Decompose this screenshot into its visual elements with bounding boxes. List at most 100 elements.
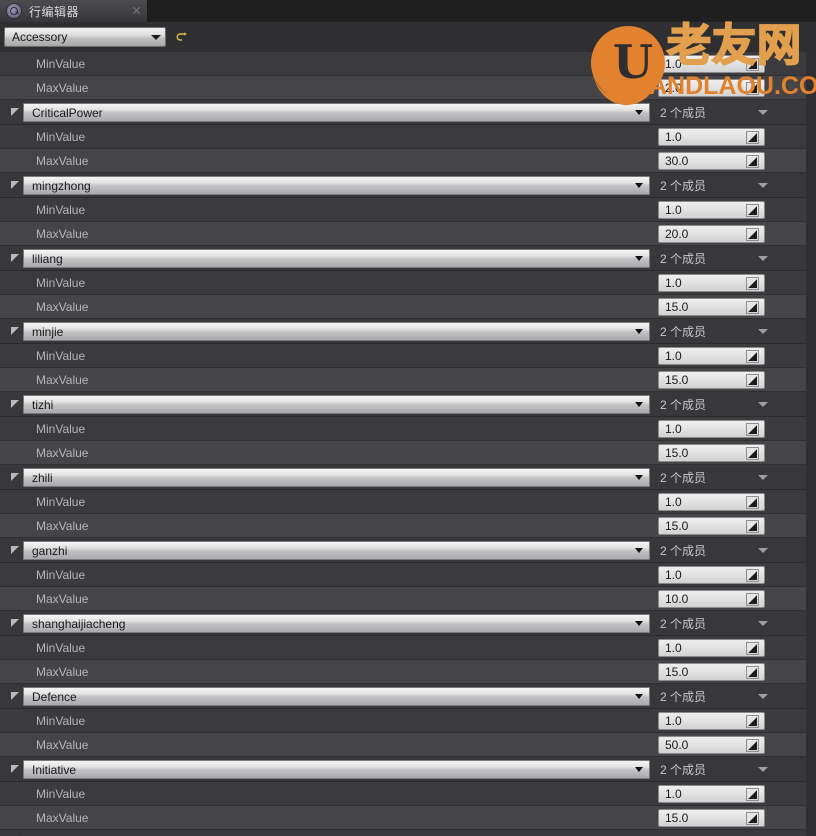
drag-handle-icon[interactable] bbox=[746, 519, 759, 533]
min-value-input[interactable]: 1.0 bbox=[658, 493, 765, 511]
drag-handle-icon[interactable] bbox=[746, 422, 759, 436]
property-list[interactable]: MinValue 1.0 MaxValue 2.0 CriticalPower 2 个成员… bbox=[0, 52, 816, 836]
property-row[interactable]: MinValue 1.0 bbox=[0, 198, 816, 222]
property-row[interactable]: MaxValue 2.0 bbox=[0, 76, 816, 100]
drag-handle-icon[interactable] bbox=[746, 276, 759, 290]
drag-handle-icon[interactable] bbox=[746, 641, 759, 655]
close-icon[interactable] bbox=[132, 6, 141, 15]
property-row[interactable]: MaxValue 15.0 bbox=[0, 660, 816, 684]
max-value-input[interactable]: 50.0 bbox=[658, 736, 765, 754]
property-row[interactable]: MinValue 1.0 bbox=[0, 271, 816, 295]
max-value-input[interactable]: 2.0 bbox=[658, 79, 765, 97]
group-name-combobox[interactable]: tizhi bbox=[23, 395, 650, 414]
min-value-input[interactable]: 1.0 bbox=[658, 785, 765, 803]
property-row[interactable]: MaxValue 10.0 bbox=[0, 587, 816, 611]
drag-handle-icon[interactable] bbox=[746, 349, 759, 363]
drag-handle-icon[interactable] bbox=[746, 592, 759, 606]
drag-handle-icon[interactable] bbox=[746, 300, 759, 314]
member-count[interactable]: 2 个成员 bbox=[660, 100, 808, 124]
property-row[interactable]: MinValue 1.0 bbox=[0, 636, 816, 660]
group-row[interactable]: Initiative 2 个成员 bbox=[0, 757, 816, 782]
drag-handle-icon[interactable] bbox=[746, 57, 759, 71]
max-value-input[interactable]: 15.0 bbox=[658, 298, 765, 316]
property-row[interactable]: MaxValue 15.0 bbox=[0, 295, 816, 319]
property-row[interactable]: MinValue 1.0 bbox=[0, 344, 816, 368]
property-row[interactable]: MaxValue 15.0 bbox=[0, 441, 816, 465]
expander-triangle-icon[interactable] bbox=[11, 254, 19, 262]
drag-handle-icon[interactable] bbox=[746, 373, 759, 387]
property-row[interactable]: MinValue 1.0 bbox=[0, 52, 816, 76]
max-value-input[interactable]: 15.0 bbox=[658, 371, 765, 389]
group-name-combobox[interactable]: mingzhong bbox=[23, 176, 650, 195]
min-value-input[interactable]: 1.0 bbox=[658, 347, 765, 365]
min-value-input[interactable]: 1.0 bbox=[658, 639, 765, 657]
min-value-input[interactable]: 1.0 bbox=[658, 420, 765, 438]
property-row[interactable]: MaxValue 15.0 bbox=[0, 514, 816, 538]
property-row[interactable]: MaxValue 30.0 bbox=[0, 149, 816, 173]
expander-triangle-icon[interactable] bbox=[11, 181, 19, 189]
min-value-input[interactable]: 1.0 bbox=[658, 201, 765, 219]
max-value-input[interactable]: 15.0 bbox=[658, 663, 765, 681]
group-row[interactable]: mingzhong 2 个成员 bbox=[0, 173, 816, 198]
group-name-combobox[interactable]: zhili bbox=[23, 468, 650, 487]
revert-arrow-icon[interactable] bbox=[176, 31, 189, 44]
drag-handle-icon[interactable] bbox=[746, 130, 759, 144]
min-value-input[interactable]: 1.0 bbox=[658, 566, 765, 584]
group-name-combobox[interactable]: Initiative bbox=[23, 760, 650, 779]
expander-triangle-icon[interactable] bbox=[11, 546, 19, 554]
group-row[interactable]: zhili 2 个成员 bbox=[0, 465, 816, 490]
group-name-combobox[interactable]: CriticalPower bbox=[23, 103, 650, 122]
max-value-input[interactable]: 30.0 bbox=[658, 152, 765, 170]
group-name-combobox[interactable]: Defence bbox=[23, 687, 650, 706]
property-row[interactable]: MinValue 1.0 bbox=[0, 125, 816, 149]
drag-handle-icon[interactable] bbox=[746, 154, 759, 168]
min-value-input[interactable]: 1.0 bbox=[658, 55, 765, 73]
expander-triangle-icon[interactable] bbox=[11, 108, 19, 116]
expander-triangle-icon[interactable] bbox=[11, 327, 19, 335]
member-count[interactable]: 2 个成员 bbox=[660, 465, 808, 489]
drag-handle-icon[interactable] bbox=[746, 811, 759, 825]
group-row[interactable]: CriticalPower 2 个成员 bbox=[0, 100, 816, 125]
property-row[interactable]: MinValue 1.0 bbox=[0, 490, 816, 514]
group-row[interactable]: liliang 2 个成员 bbox=[0, 246, 816, 271]
drag-handle-icon[interactable] bbox=[746, 203, 759, 217]
expander-triangle-icon[interactable] bbox=[11, 473, 19, 481]
group-row[interactable]: Defence 2 个成员 bbox=[0, 684, 816, 709]
tab-row-editor[interactable]: 行编辑器 bbox=[0, 0, 148, 22]
min-value-input[interactable]: 1.0 bbox=[658, 128, 765, 146]
expander-triangle-icon[interactable] bbox=[11, 765, 19, 773]
property-row[interactable]: MaxValue 15.0 bbox=[0, 368, 816, 392]
drag-handle-icon[interactable] bbox=[746, 665, 759, 679]
drag-handle-icon[interactable] bbox=[746, 227, 759, 241]
max-value-input[interactable]: 15.0 bbox=[658, 444, 765, 462]
min-value-input[interactable]: 1.0 bbox=[658, 274, 765, 292]
drag-handle-icon[interactable] bbox=[746, 787, 759, 801]
group-row[interactable]: ganzhi 2 个成员 bbox=[0, 538, 816, 563]
property-row[interactable]: MinValue 1.0 bbox=[0, 709, 816, 733]
expander-triangle-icon[interactable] bbox=[11, 619, 19, 627]
property-row[interactable]: MaxValue 20.0 bbox=[0, 222, 816, 246]
member-count[interactable]: 2 个成员 bbox=[660, 319, 808, 343]
min-value-input[interactable]: 1.0 bbox=[658, 712, 765, 730]
group-row[interactable]: shanghaijiacheng 2 个成员 bbox=[0, 611, 816, 636]
group-name-combobox[interactable]: liliang bbox=[23, 249, 650, 268]
drag-handle-icon[interactable] bbox=[746, 568, 759, 582]
max-value-input[interactable]: 15.0 bbox=[658, 809, 765, 827]
member-count[interactable]: 2 个成员 bbox=[660, 392, 808, 416]
member-count[interactable]: 2 个成员 bbox=[660, 173, 808, 197]
max-value-input[interactable]: 10.0 bbox=[658, 590, 765, 608]
max-value-input[interactable]: 15.0 bbox=[658, 517, 765, 535]
group-row[interactable]: minjie 2 个成员 bbox=[0, 319, 816, 344]
property-row[interactable]: MaxValue 50.0 bbox=[0, 733, 816, 757]
expander-triangle-icon[interactable] bbox=[11, 692, 19, 700]
drag-handle-icon[interactable] bbox=[746, 714, 759, 728]
drag-handle-icon[interactable] bbox=[746, 446, 759, 460]
property-row[interactable]: MinValue 1.0 bbox=[0, 417, 816, 441]
scrollbar-gutter[interactable] bbox=[806, 52, 816, 836]
member-count[interactable]: 2 个成员 bbox=[660, 246, 808, 270]
max-value-input[interactable]: 20.0 bbox=[658, 225, 765, 243]
property-row[interactable]: MinValue 1.0 bbox=[0, 563, 816, 587]
group-name-combobox[interactable]: shanghaijiacheng bbox=[23, 614, 650, 633]
group-name-combobox[interactable]: minjie bbox=[23, 322, 650, 341]
member-count[interactable]: 2 个成员 bbox=[660, 684, 808, 708]
